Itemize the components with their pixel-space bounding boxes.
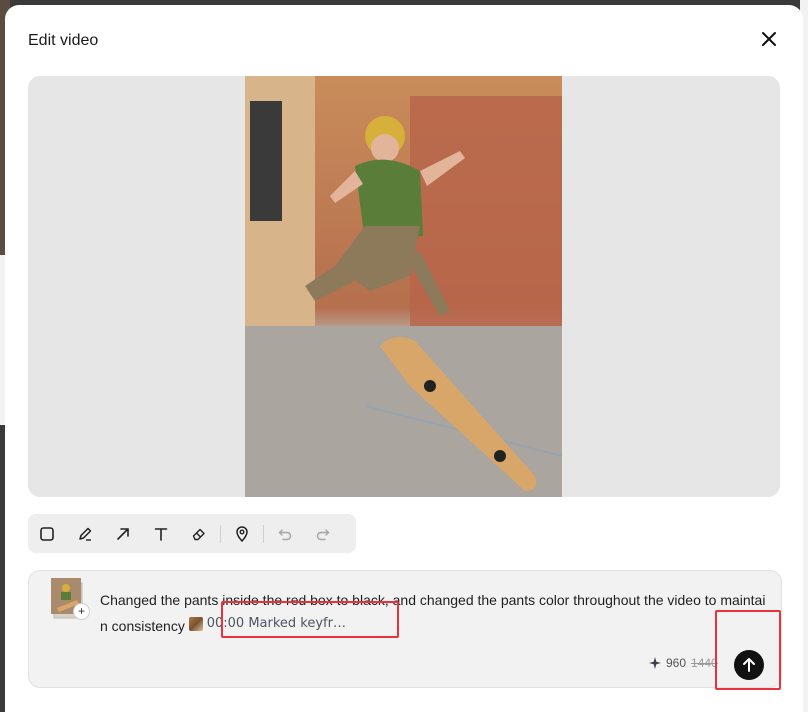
prompt-text[interactable]: Changed the pants inside the red box to … xyxy=(100,588,770,638)
dialog-title: Edit video xyxy=(28,32,99,49)
arrow-up-icon xyxy=(743,658,755,672)
pen-tool[interactable] xyxy=(66,514,104,553)
eraser-tool[interactable] xyxy=(180,514,218,553)
redo-icon xyxy=(316,528,330,540)
close-icon xyxy=(762,32,776,46)
video-preview xyxy=(28,76,780,497)
rectangle-icon xyxy=(40,526,54,541)
text-icon xyxy=(154,527,168,541)
location-pin-icon xyxy=(236,525,248,542)
credits-current: 960 xyxy=(666,656,687,670)
credits-cost: 960 1440 xyxy=(649,656,718,670)
toolbar-divider xyxy=(263,524,264,543)
video-frame[interactable] xyxy=(245,76,562,497)
keyframe-thumbnail xyxy=(188,617,203,631)
credits-original: 1440 xyxy=(691,656,718,670)
pen-icon xyxy=(79,527,92,541)
eraser-icon xyxy=(192,528,205,540)
prompt-input-box[interactable]: + Changed the pants inside the red box t… xyxy=(28,570,782,688)
keyframe-label: 00:00 Marked keyfr… xyxy=(206,616,346,631)
text-tool[interactable] xyxy=(142,514,180,553)
edit-video-dialog: Edit video + Changed the pants inside th… xyxy=(5,5,803,712)
sparkle-icon xyxy=(649,657,661,669)
add-reference-button[interactable]: + xyxy=(73,603,90,620)
arrow-icon xyxy=(117,527,129,540)
arrow-tool[interactable] xyxy=(104,514,142,553)
location-pin-tool[interactable] xyxy=(223,514,261,553)
undo-icon xyxy=(278,528,292,540)
toolbar-divider xyxy=(220,524,221,543)
annotation-toolbar xyxy=(28,514,356,553)
undo-button[interactable] xyxy=(266,514,304,553)
skateboarder-image xyxy=(245,76,562,497)
send-button[interactable] xyxy=(734,650,764,680)
redo-button[interactable] xyxy=(304,514,342,553)
rectangle-tool[interactable] xyxy=(28,514,66,553)
keyframe-chip[interactable]: 00:00 Marked keyfr… xyxy=(188,612,346,636)
close-button[interactable] xyxy=(757,27,781,51)
